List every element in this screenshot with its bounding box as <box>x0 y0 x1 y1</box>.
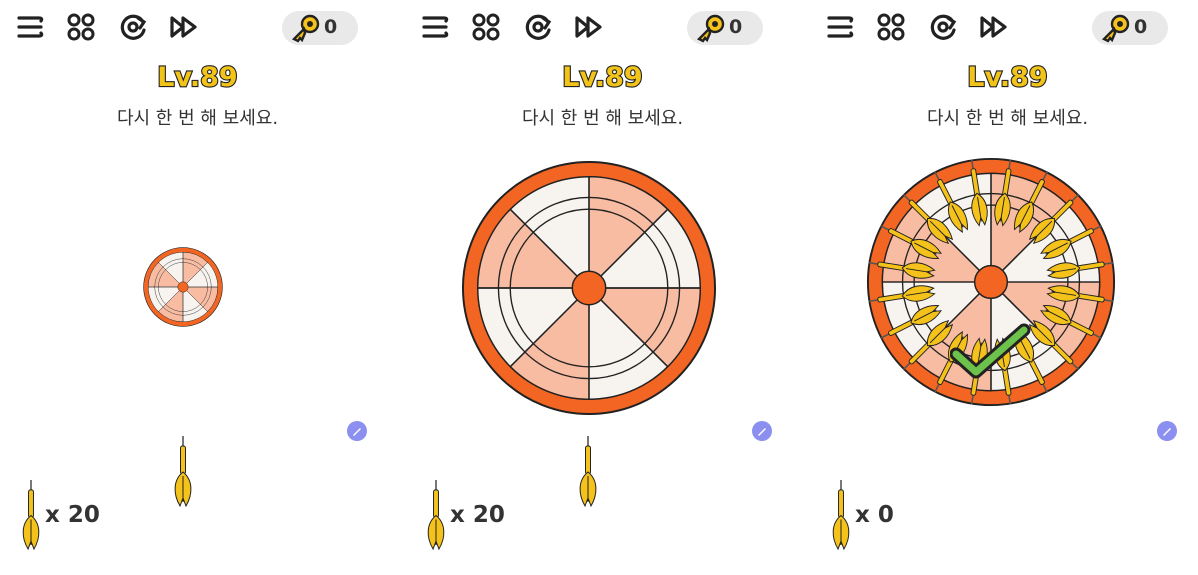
dart-icon <box>832 479 850 550</box>
stuck-dart <box>866 254 937 282</box>
menu-icon[interactable] <box>14 10 48 44</box>
game-panel-1: 0 Lv.89 다시 한 번 해 보세요. x 20 <box>0 0 395 575</box>
skip-icon[interactable] <box>572 10 606 44</box>
stuck-dart <box>1045 254 1116 282</box>
hint-text: 다시 한 번 해 보세요. <box>116 108 279 129</box>
dart-icon <box>22 479 40 550</box>
top-bar: 0 <box>405 5 800 45</box>
stuck-dart <box>866 282 937 310</box>
key-icon <box>291 14 320 43</box>
darts-remaining: x 20 <box>18 478 148 553</box>
dartboard[interactable] <box>143 247 223 327</box>
dart-launcher[interactable] <box>575 434 601 510</box>
darts-remaining-count: x 20 <box>45 502 100 528</box>
level-title: Lv.89 <box>561 61 644 94</box>
edit-badge-icon[interactable] <box>346 420 368 442</box>
skip-icon[interactable] <box>167 10 201 44</box>
level-label: Lv.89 <box>157 62 237 93</box>
level-title: Lv.89 <box>156 61 239 94</box>
dart-icon <box>427 479 445 550</box>
restart-icon[interactable] <box>521 10 555 44</box>
levels-grid-icon[interactable] <box>469 10 503 44</box>
key-count: 0 <box>729 16 743 38</box>
dart-launcher[interactable] <box>170 434 196 510</box>
stuck-dart <box>1045 282 1116 310</box>
menu-icon[interactable] <box>419 10 453 44</box>
level-label: Lv.89 <box>562 62 642 93</box>
levels-grid-icon[interactable] <box>64 10 98 44</box>
dartboard[interactable] <box>461 160 717 416</box>
restart-icon[interactable] <box>116 10 150 44</box>
key-icon <box>696 14 725 43</box>
darts-remaining: x 20 <box>423 478 553 553</box>
game-panel-3: 0 Lv.89 다시 한 번 해 보세요. x 0 <box>810 0 1198 575</box>
hint-text: 다시 한 번 해 보세요. <box>521 108 684 129</box>
darts-remaining-count: x 0 <box>855 502 894 528</box>
stuck-dart <box>963 157 991 228</box>
edit-badge-icon[interactable] <box>1156 420 1178 442</box>
darts-remaining-count: x 20 <box>450 502 505 528</box>
checkmark-icon <box>950 323 1031 379</box>
key-counter[interactable]: 0 <box>687 11 763 45</box>
key-counter[interactable]: 0 <box>282 11 358 45</box>
edit-badge-icon[interactable] <box>751 420 773 442</box>
game-panel-2: 0 Lv.89 다시 한 번 해 보세요. x 20 <box>405 0 800 575</box>
darts-remaining: x 0 <box>828 478 958 553</box>
stuck-dart <box>991 157 1019 228</box>
key-count: 0 <box>324 16 338 38</box>
top-bar: 0 <box>0 5 395 45</box>
